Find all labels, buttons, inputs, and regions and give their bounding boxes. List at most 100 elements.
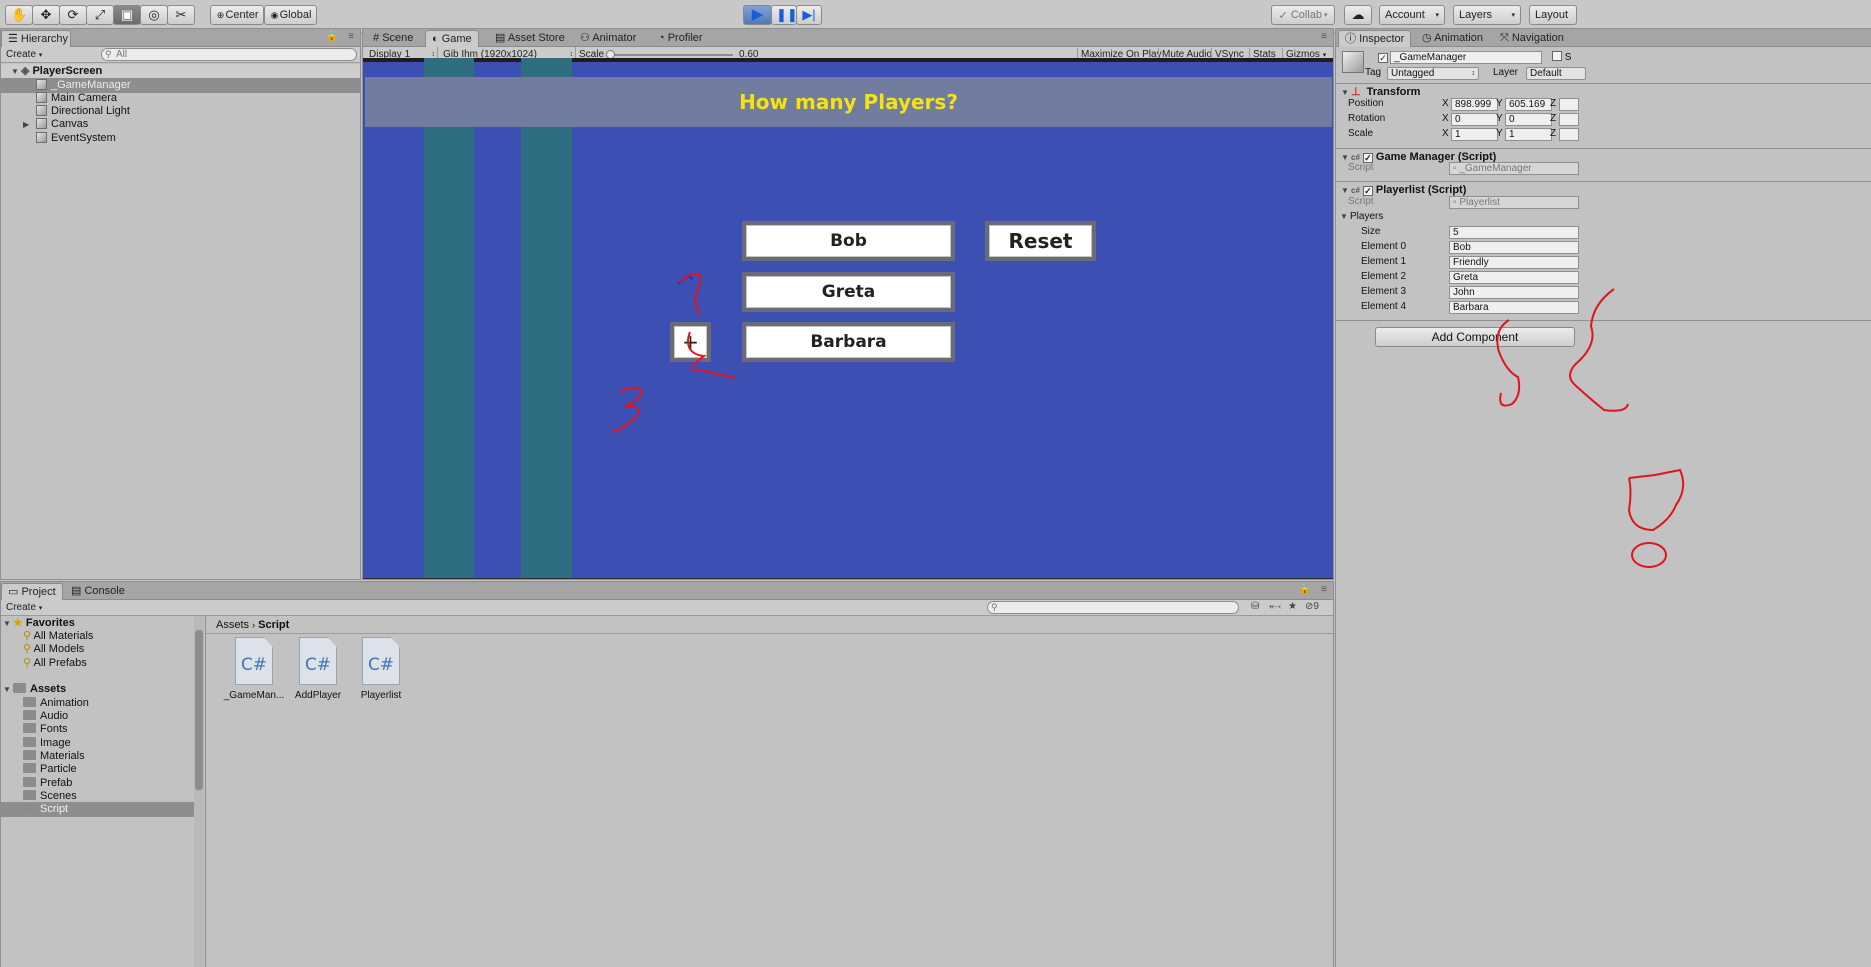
tab-game[interactable]: ◐ Game — [425, 30, 479, 47]
scale-z-field[interactable] — [1559, 128, 1579, 141]
collapse-arrow-icon[interactable]: ▼ — [1340, 210, 1350, 224]
element-field[interactable]: Barbara — [1449, 301, 1579, 314]
tab-profiler[interactable]: ◔ Profiler — [652, 30, 709, 47]
position-y-field[interactable]: 605.169 — [1505, 98, 1552, 111]
size-field[interactable]: 5 — [1449, 226, 1579, 239]
player-button-1[interactable]: Bob — [742, 221, 955, 261]
panel-menu-icon[interactable]: ≡ — [1321, 31, 1327, 42]
project-search-input[interactable]: ⚲ — [987, 601, 1239, 614]
tab-hierarchy[interactable]: ☰ Hierarchy — [1, 30, 71, 47]
script-field[interactable]: ▫ _GameManager — [1449, 162, 1579, 175]
layout-dropdown[interactable]: Layout — [1529, 5, 1577, 25]
breadcrumb-item[interactable]: Script — [258, 619, 289, 631]
add-player-button[interactable]: + — [670, 322, 711, 362]
tab-console[interactable]: ▤ Console — [65, 583, 131, 600]
reset-button[interactable]: Reset — [985, 221, 1096, 261]
asset-file[interactable]: C# AddPlayer — [286, 637, 350, 701]
favorite-item[interactable]: ⚲ All Models — [1, 642, 204, 657]
folder-item-particle[interactable]: Particle — [1, 762, 204, 777]
custom-tool-button[interactable]: ✂ — [167, 5, 195, 25]
element-field[interactable]: Bob — [1449, 241, 1579, 254]
game-manager-header[interactable]: ▼ c# ✓ Game Manager (Script) — [1336, 148, 1871, 164]
hierarchy-item-eventsystem[interactable]: EventSystem — [1, 131, 360, 146]
player-button-2[interactable]: Greta — [742, 272, 955, 312]
transform-header[interactable]: ▼ ⊥ Transform — [1336, 83, 1871, 99]
folder-item-script[interactable]: Script — [1, 802, 204, 817]
script-field[interactable]: ▫ Playerlist — [1449, 196, 1579, 209]
expand-arrow-icon[interactable]: ▶ — [23, 117, 36, 132]
transform-tool-button[interactable]: ◎ — [140, 5, 168, 25]
filter-label-icon[interactable]: ⬷ — [1269, 601, 1281, 612]
panel-menu-icon[interactable]: ≡ — [1321, 584, 1327, 595]
position-z-field[interactable] — [1559, 98, 1579, 111]
rect-tool-button[interactable]: ▣ — [113, 5, 141, 25]
tab-navigation[interactable]: ⤧ Navigation — [1494, 30, 1570, 47]
rotation-y-field[interactable]: 0 — [1505, 113, 1552, 126]
element-field[interactable]: John — [1449, 286, 1579, 299]
static-checkbox[interactable] — [1552, 51, 1562, 61]
object-name-field[interactable]: _GameManager — [1390, 51, 1542, 64]
rotation-z-field[interactable] — [1559, 113, 1579, 126]
scene-row[interactable]: ▼ ◈ PlayerScreen — [1, 64, 360, 79]
static-toggle[interactable]: S — [1552, 51, 1571, 63]
filter-type-icon[interactable]: ⛁ — [1251, 601, 1259, 612]
expand-arrow-icon[interactable]: ▼ — [11, 64, 21, 79]
pivot-global-button[interactable]: ◉ Global — [264, 5, 317, 25]
asset-file[interactable]: C# _GameMan... — [222, 637, 286, 701]
pause-button[interactable]: ❚❚ — [771, 5, 798, 25]
scale-slider-track[interactable] — [609, 54, 733, 56]
folder-item-fonts[interactable]: Fonts — [1, 722, 204, 737]
cloud-button[interactable]: ☁ — [1344, 5, 1372, 25]
collab-button[interactable]: ✓ Collab ▾ — [1271, 5, 1335, 25]
element-field[interactable]: Greta — [1449, 271, 1579, 284]
csharp-script-icon: C# — [362, 637, 400, 685]
players-foldout[interactable]: ▼ Players — [1340, 210, 1383, 224]
active-checkbox[interactable]: ✓ — [1378, 51, 1388, 63]
asset-file[interactable]: C# Playerlist — [349, 637, 413, 701]
position-x-field[interactable]: 898.999 — [1451, 98, 1498, 111]
scale-tool-button[interactable]: ⤢ — [86, 5, 114, 25]
hierarchy-item-canvas[interactable]: ▶ Canvas — [1, 117, 360, 132]
favorite-star-icon[interactable]: ★ — [1288, 601, 1297, 612]
breadcrumb-item[interactable]: Assets — [216, 619, 249, 631]
tab-project[interactable]: ▭ Project — [1, 583, 63, 600]
tab-animator[interactable]: ⚇ Animator — [574, 30, 642, 47]
lock-icon[interactable]: 🔒 — [1299, 584, 1311, 595]
account-dropdown[interactable]: Account ▾ — [1379, 5, 1445, 25]
rotation-x-field[interactable]: 0 — [1451, 113, 1498, 126]
rotate-tool-button[interactable]: ⟳ — [59, 5, 87, 25]
lock-icon[interactable]: 🔒 — [326, 31, 338, 42]
hierarchy-create-dropdown[interactable]: Create ▾ — [6, 48, 42, 62]
play-button[interactable]: ▶ — [743, 5, 772, 25]
element-field[interactable]: Friendly — [1449, 256, 1579, 269]
playerlist-header[interactable]: ▼ c# ✓ Playerlist (Script) — [1336, 181, 1871, 197]
step-button[interactable]: ▶| — [796, 5, 822, 25]
tab-asset-store[interactable]: ▤ Asset Store — [489, 30, 571, 47]
panel-menu-icon[interactable]: ≡ — [348, 31, 354, 42]
move-tool-button[interactable]: ✥ — [32, 5, 60, 25]
tag-dropdown[interactable]: Untagged ↕ — [1387, 67, 1479, 80]
assets-row[interactable]: ▼ Assets — [1, 682, 204, 697]
scale-x-field[interactable]: 1 — [1451, 128, 1498, 141]
cloud-icon: ☁ — [1351, 7, 1365, 22]
hidden-packages-toggle[interactable]: ⊘9 — [1305, 601, 1319, 612]
favorite-item[interactable]: ⚲ All Prefabs — [1, 656, 204, 671]
tree-scrollbar[interactable] — [194, 616, 204, 967]
project-create-dropdown[interactable]: Create ▾ — [6, 601, 42, 615]
scale-y-field[interactable]: 1 — [1505, 128, 1552, 141]
add-component-button[interactable]: Add Component — [1375, 327, 1575, 347]
player-button-3[interactable]: Barbara — [742, 322, 955, 362]
tab-animation[interactable]: ◷ Animation — [1416, 30, 1489, 47]
tab-inspector[interactable]: ⓘ Inspector — [1338, 30, 1412, 47]
csharp-script-icon: C# — [235, 637, 273, 685]
hand-tool-button[interactable]: ✋ — [5, 5, 33, 25]
layers-dropdown[interactable]: Layers ▾ — [1453, 5, 1521, 25]
hierarchy-search-input[interactable]: ⚲ All — [101, 48, 357, 61]
pivot-center-button[interactable]: ⊕ Center — [210, 5, 264, 25]
search-placeholder: All — [116, 49, 128, 60]
gameobject-large-icon — [1342, 51, 1364, 73]
tab-scene[interactable]: # Scene — [367, 30, 419, 47]
scrollbar-thumb[interactable] — [195, 630, 203, 790]
expand-arrow-icon[interactable]: ▼ — [3, 682, 13, 697]
layer-dropdown[interactable]: Default — [1526, 67, 1586, 80]
